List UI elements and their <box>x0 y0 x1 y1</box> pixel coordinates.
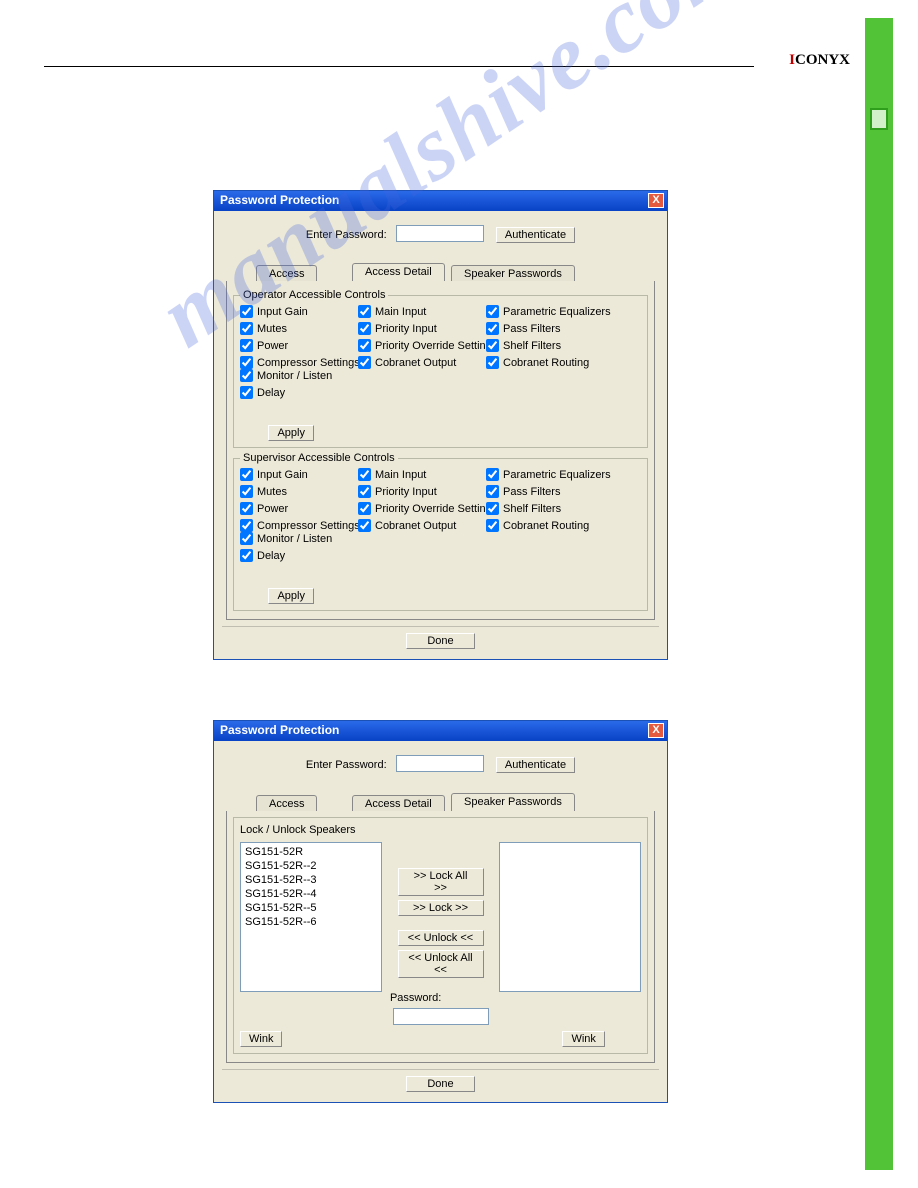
header-divider <box>44 66 754 67</box>
lock-all-button[interactable]: >> Lock All >> <box>398 868 484 896</box>
access-detail-panel: Operator Accessible Controls Input Gain … <box>226 281 655 620</box>
close-icon[interactable]: X <box>648 723 664 738</box>
op-shelf-filters[interactable]: Shelf Filters <box>486 339 606 352</box>
password-protection-dialog-1: Password Protection X Enter Password: Au… <box>213 190 668 660</box>
tab-access[interactable]: Access <box>256 265 317 281</box>
locked-speakers-listbox[interactable] <box>499 842 641 992</box>
op-pass-filters[interactable]: Pass Filters <box>486 322 606 335</box>
op-cobranet-output[interactable]: Cobranet Output <box>358 356 486 369</box>
op-input-gain[interactable]: Input Gain <box>240 305 358 318</box>
tab-strip: Access Access Detail Speaker Passwords <box>226 261 655 281</box>
password-row: Enter Password: Authenticate <box>222 755 659 773</box>
close-icon[interactable]: X <box>648 193 664 208</box>
sv-shelf-filters[interactable]: Shelf Filters <box>486 502 606 515</box>
op-power[interactable]: Power <box>240 339 358 352</box>
enter-password-input[interactable] <box>396 225 484 242</box>
speaker-password-label: Password: <box>390 992 441 1004</box>
op-monitor-listen[interactable]: Monitor / Listen <box>240 369 316 382</box>
op-priority-override[interactable]: Priority Override Settings <box>358 339 486 352</box>
op-delay[interactable]: Delay <box>240 386 316 399</box>
wink-left-button[interactable]: Wink <box>240 1031 282 1047</box>
list-item[interactable]: SG151-52R--3 <box>245 873 377 887</box>
lock-unlock-group: Lock / Unlock Speakers SG151-52R SG151-5… <box>233 817 648 1054</box>
sv-priority-override[interactable]: Priority Override Settings <box>358 502 486 515</box>
dialog-footer: Done <box>222 1069 659 1094</box>
list-item[interactable]: SG151-52R--5 <box>245 901 377 915</box>
dialog-footer: Done <box>222 626 659 651</box>
sv-apply-button[interactable]: Apply <box>268 588 314 604</box>
operator-legend: Operator Accessible Controls <box>240 289 388 301</box>
brand-logo: ICONYX <box>789 52 850 69</box>
unlock-button[interactable]: << Unlock << <box>398 930 484 946</box>
done-button[interactable]: Done <box>406 1076 474 1092</box>
list-item[interactable]: SG151-52R <box>245 845 377 859</box>
page-badge-icon <box>870 108 888 130</box>
wink-row: Wink Wink <box>240 1031 641 1047</box>
tab-access-detail[interactable]: Access Detail <box>352 795 445 811</box>
supervisor-controls-group: Supervisor Accessible Controls Input Gai… <box>233 452 648 611</box>
op-main-input[interactable]: Main Input <box>358 305 486 318</box>
lock-button[interactable]: >> Lock >> <box>398 900 484 916</box>
sv-input-gain[interactable]: Input Gain <box>240 468 358 481</box>
op-mutes[interactable]: Mutes <box>240 322 358 335</box>
page-sidebar-stripe <box>865 18 893 1170</box>
supervisor-legend: Supervisor Accessible Controls <box>240 452 398 464</box>
password-protection-dialog-2: Password Protection X Enter Password: Au… <box>213 720 668 1103</box>
tab-strip: Access Access Detail Speaker Passwords <box>226 791 655 811</box>
sv-compressor[interactable]: Compressor Settings <box>240 519 358 532</box>
brand-text: CONYX <box>795 52 850 68</box>
tab-speaker-passwords[interactable]: Speaker Passwords <box>451 265 575 281</box>
lock-buttons-column: >> Lock All >> >> Lock >> << Unlock << <… <box>384 842 497 1025</box>
list-item[interactable]: SG151-52R--6 <box>245 915 377 929</box>
sv-pass-filters[interactable]: Pass Filters <box>486 485 606 498</box>
enter-password-label: Enter Password: <box>306 229 387 241</box>
unlocked-speakers-listbox[interactable]: SG151-52R SG151-52R--2 SG151-52R--3 SG15… <box>240 842 382 992</box>
dialog-titlebar[interactable]: Password Protection X <box>214 721 667 741</box>
sv-cobranet-output[interactable]: Cobranet Output <box>358 519 486 532</box>
op-compressor[interactable]: Compressor Settings <box>240 356 358 369</box>
sv-delay[interactable]: Delay <box>240 549 316 562</box>
enter-password-input[interactable] <box>396 755 484 772</box>
sv-parametric-eq[interactable]: Parametric Equalizers <box>486 468 606 481</box>
sv-monitor-listen[interactable]: Monitor / Listen <box>240 532 316 545</box>
sv-power[interactable]: Power <box>240 502 358 515</box>
dialog-title: Password Protection <box>220 723 339 737</box>
sv-mutes[interactable]: Mutes <box>240 485 358 498</box>
tab-speaker-passwords[interactable]: Speaker Passwords <box>451 793 575 811</box>
authenticate-button[interactable]: Authenticate <box>496 227 575 243</box>
tab-access-detail[interactable]: Access Detail <box>352 263 445 281</box>
speaker-passwords-panel: Lock / Unlock Speakers SG151-52R SG151-5… <box>226 811 655 1063</box>
speaker-password-input[interactable] <box>393 1008 489 1025</box>
tab-access[interactable]: Access <box>256 795 317 811</box>
op-cobranet-routing[interactable]: Cobranet Routing <box>486 356 606 369</box>
operator-controls-group: Operator Accessible Controls Input Gain … <box>233 289 648 448</box>
list-item[interactable]: SG151-52R--4 <box>245 887 377 901</box>
dialog-titlebar[interactable]: Password Protection X <box>214 191 667 211</box>
enter-password-label: Enter Password: <box>306 759 387 771</box>
op-priority-input[interactable]: Priority Input <box>358 322 486 335</box>
sv-priority-input[interactable]: Priority Input <box>358 485 486 498</box>
sv-main-input[interactable]: Main Input <box>358 468 486 481</box>
authenticate-button[interactable]: Authenticate <box>496 757 575 773</box>
sv-cobranet-routing[interactable]: Cobranet Routing <box>486 519 606 532</box>
unlock-all-button[interactable]: << Unlock All << <box>398 950 484 978</box>
password-row: Enter Password: Authenticate <box>222 225 659 243</box>
dialog-title: Password Protection <box>220 193 339 207</box>
lock-unlock-title: Lock / Unlock Speakers <box>240 824 641 836</box>
done-button[interactable]: Done <box>406 633 474 649</box>
op-parametric-eq[interactable]: Parametric Equalizers <box>486 305 606 318</box>
op-apply-button[interactable]: Apply <box>268 425 314 441</box>
wink-right-button[interactable]: Wink <box>562 1031 604 1047</box>
list-item[interactable]: SG151-52R--2 <box>245 859 377 873</box>
